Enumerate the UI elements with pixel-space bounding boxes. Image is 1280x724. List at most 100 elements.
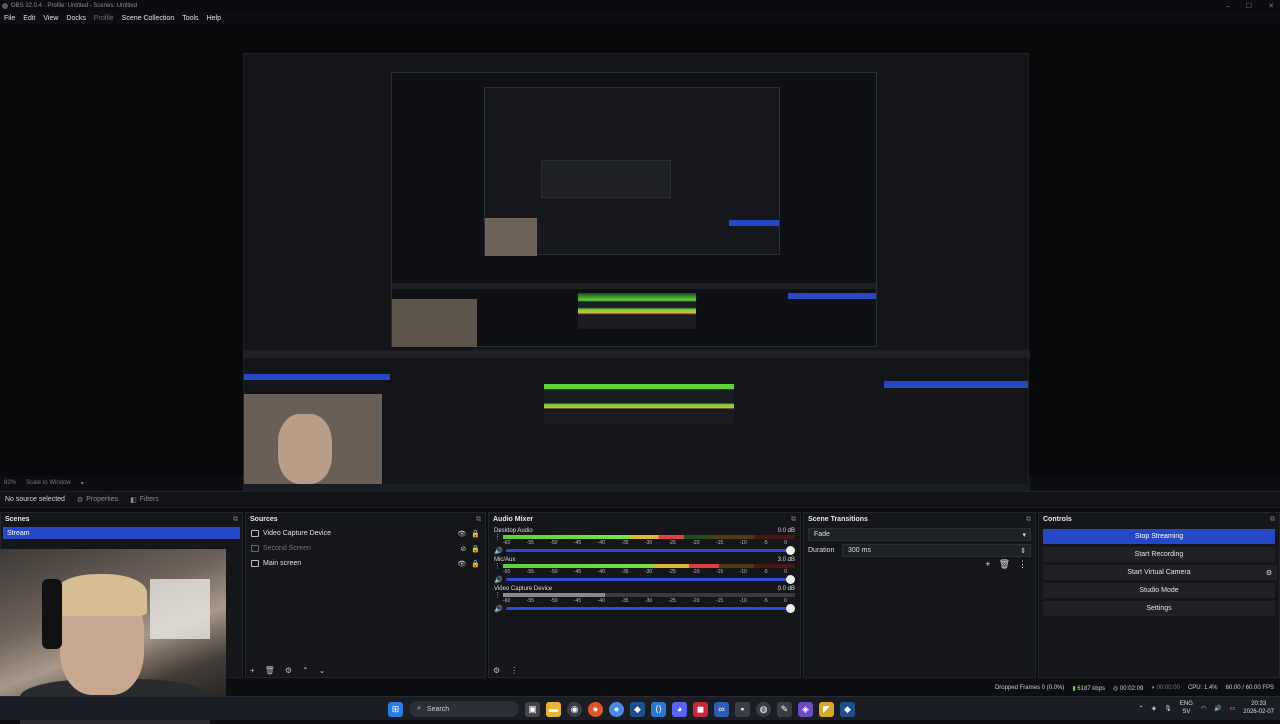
add-icon[interactable]: + [250,666,255,675]
discord-icon[interactable]: ◕ [672,701,687,717]
source-item-video-capture[interactable]: Video Capture Device 👁 🔒 [246,526,485,541]
start-recording-button[interactable]: Start Recording [1043,547,1275,562]
source-item-second-screen[interactable]: Second Screen ⊘ 🔒 [246,541,485,556]
slider-knob[interactable] [786,546,795,555]
scene-item-stream[interactable]: Stream [3,527,240,539]
start-virtual-camera-button[interactable]: Start Virtual Camera ⚙ [1043,565,1277,580]
windows-start-icon[interactable]: ⊞ [388,701,403,717]
gear-icon[interactable]: ⚙ [285,666,292,675]
undock-icon[interactable]: ⧉ [1270,516,1275,524]
wifi-icon[interactable]: ◠ [1201,705,1206,712]
app-yellow-icon[interactable]: ◤ [819,701,834,717]
maximize-icon[interactable]: ☐ [1246,2,1252,10]
transition-select[interactable]: Fade ▾ [808,528,1031,541]
taskbar-search[interactable]: ⌕ Search [409,701,519,717]
preview-canvas[interactable] [0,24,1280,498]
minimize-icon[interactable]: – [1226,3,1230,10]
slider-knob[interactable] [786,575,795,584]
channel-db: 3.0 dB [777,557,795,563]
firefox-icon[interactable]: ● [588,701,603,717]
network-icon[interactable]: ◈ [1152,705,1157,712]
eye-hidden-icon[interactable]: ⊘ [460,545,466,553]
obs-taskbar-icon[interactable]: ◉ [567,701,582,717]
source-item-main-screen[interactable]: Main screen 👁 🔒 [246,556,485,571]
menu-dots-icon[interactable]: ⋮ [494,563,501,570]
lock-icon[interactable]: 🔒 [471,560,480,568]
volume-slider[interactable] [506,546,795,555]
lang-indicator[interactable]: ENG SV [1180,700,1193,716]
taskbar-center: ⊞ ⌕ Search ▣ ▬ ◉ ● ● ◆ ⟨⟩ ◕ ◼ ∞ ▪ ◍ ✎ ◈ ◤… [388,701,855,717]
eye-icon[interactable]: 👁 [457,560,466,568]
source-toolbar: No source selected ⚙ Properties ◧ Filters [0,491,1280,508]
volume-slider[interactable] [506,604,795,613]
menu-edit[interactable]: Edit [23,15,35,22]
app-purple-icon[interactable]: ◈ [798,701,813,717]
pen-icon[interactable]: ✎ [777,701,792,717]
menu-docks[interactable]: Docks [66,15,85,22]
speaker-icon[interactable]: 🔊 [494,547,503,555]
menu-profile[interactable]: Profile [94,15,114,22]
inner-toolbar [244,350,1030,358]
nested-dock-headers [392,283,876,289]
filters-button[interactable]: ◧ Filters [130,496,159,504]
close-icon[interactable]: ✕ [1268,2,1274,10]
sources-title: Sources [250,516,278,523]
webcam-microphone [42,579,62,649]
chrome-icon[interactable]: ● [609,701,624,717]
menu-dots-icon[interactable]: ⋮ [494,592,501,599]
eye-icon[interactable]: 👁 [457,530,466,538]
undock-icon[interactable]: ⧉ [791,516,796,524]
advanced-audio-icon[interactable]: ⚙ [493,666,500,675]
volume-slider[interactable] [506,575,795,584]
menu-view[interactable]: View [43,15,58,22]
zoom-level[interactable]: 82% [4,480,16,486]
speaker-icon[interactable]: 🔊 [1214,705,1221,712]
vscode-icon[interactable]: ⟨⟩ [651,701,666,717]
menu-scene-collection[interactable]: Scene Collection [122,15,175,22]
chevron-down-icon[interactable]: ⌄ [319,666,326,675]
lock-icon[interactable]: 🔒 [471,545,480,553]
visual-studio-icon[interactable]: ∞ [714,701,729,717]
studio-mode-button[interactable]: Studio Mode [1043,583,1275,598]
trash-icon[interactable]: 🗑 [265,666,275,675]
channel-header: Desktop Audio 0.0 dB [494,527,795,535]
properties-button[interactable]: ⚙ Properties [77,496,118,504]
gear-icon[interactable]: ⚙ [1261,565,1277,580]
chevron-up-icon[interactable]: ⌃ [302,666,309,675]
scale-mode[interactable]: Scale to Window [26,480,71,486]
app-circle-icon[interactable]: ◍ [756,701,771,717]
menu-dots-icon[interactable]: ⋮ [510,666,518,675]
trash-icon[interactable]: 🗑 [999,559,1010,570]
undock-icon[interactable]: ⧉ [233,516,238,524]
chevron-up-icon[interactable]: ⌃ [1139,705,1144,712]
battery-icon[interactable]: ▭ [1230,705,1236,712]
menu-dots-icon[interactable]: ⋮ [494,534,501,541]
stop-streaming-button[interactable]: Stop Streaming [1043,529,1275,544]
lock-icon[interactable]: 🔒 [471,530,480,538]
clock[interactable]: 20:33 2026-02-07 [1243,700,1274,716]
settings-button[interactable]: Settings [1043,601,1275,616]
menu-tools[interactable]: Tools [182,15,198,22]
file-explorer-icon[interactable]: ▬ [546,701,561,717]
slider-knob[interactable] [786,604,795,613]
meter-tick: -20 [692,597,700,604]
undock-icon[interactable]: ⧉ [476,516,481,524]
speaker-icon[interactable]: 🔊 [494,605,503,613]
menu-file[interactable]: File [4,15,15,22]
chevron-down-icon[interactable]: ▾ [81,480,84,487]
undock-icon[interactable]: ⧉ [1026,516,1031,524]
steam-icon[interactable]: ◆ [630,701,645,717]
add-icon[interactable]: + [985,559,990,570]
task-view-icon[interactable]: ▣ [525,701,540,717]
steam-icon-2[interactable]: ◆ [840,701,855,717]
mic-icon[interactable]: 🎙 [1164,705,1172,712]
meter-tick: -25 [668,597,676,604]
duration-spinbox[interactable]: 300 ms ⇕ [842,544,1031,557]
app-red-icon[interactable]: ◼ [693,701,708,717]
mixer-footer: ⚙ ⋮ [493,666,518,675]
meter-tick: -55 [526,597,534,604]
app-icon[interactable]: ▪ [735,701,750,717]
menu-dots-icon[interactable]: ⋮ [1018,559,1027,570]
menu-help[interactable]: Help [207,15,221,22]
speaker-icon[interactable]: 🔊 [494,576,503,584]
